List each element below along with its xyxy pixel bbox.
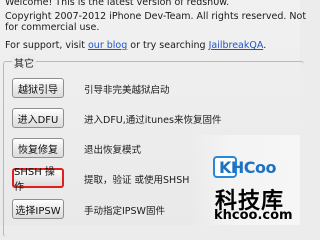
- group-legend: 其它: [12, 55, 36, 70]
- watermark-url: khcoo.com: [214, 208, 293, 223]
- support-middle: or try searching: [127, 40, 209, 51]
- shsh-operations-button[interactable]: SHSH 操作: [12, 167, 64, 193]
- redsn0w-window: Welcome! This is the latest version of r…: [0, 0, 306, 237]
- support-prefix: For support, visit: [5, 40, 88, 51]
- enter-dfu-button[interactable]: 进入DFU: [12, 108, 64, 128]
- support-text: For support, visit our blog or try searc…: [5, 40, 266, 51]
- support-suffix: .: [263, 40, 267, 51]
- jailbreak-boot-button[interactable]: 越狱引导: [12, 78, 64, 98]
- blog-link[interactable]: our blog: [88, 40, 127, 51]
- welcome-text: Welcome! This is the latest version of r…: [5, 0, 230, 8]
- khcoo-logo: KHCoo: [213, 155, 285, 181]
- select-ipsw-description: 手动指定IPSW固件: [84, 206, 165, 217]
- logo-text: KHCoo: [219, 158, 277, 177]
- shsh-operations-description: 提取，验证 或使用SHSH: [84, 175, 190, 186]
- copyright-text-line-1: Copyright 2007-2012 iPhone Dev-Team. All…: [5, 11, 307, 22]
- jailbreakqa-link[interactable]: JailbreakQA: [209, 40, 264, 51]
- jailbreak-boot-description: 引导非完美越狱启动: [84, 85, 170, 96]
- recovery-fix-button[interactable]: 恢复修复: [12, 138, 64, 158]
- enter-dfu-description: 进入DFU,通过itunes来恢复固件: [84, 115, 222, 126]
- recovery-fix-description: 退出恢复模式: [84, 145, 142, 156]
- tv-icon: KHCoo: [213, 156, 283, 180]
- select-ipsw-button[interactable]: 选择IPSW: [12, 199, 64, 219]
- copyright-text-line-2: for commercial use.: [5, 22, 100, 33]
